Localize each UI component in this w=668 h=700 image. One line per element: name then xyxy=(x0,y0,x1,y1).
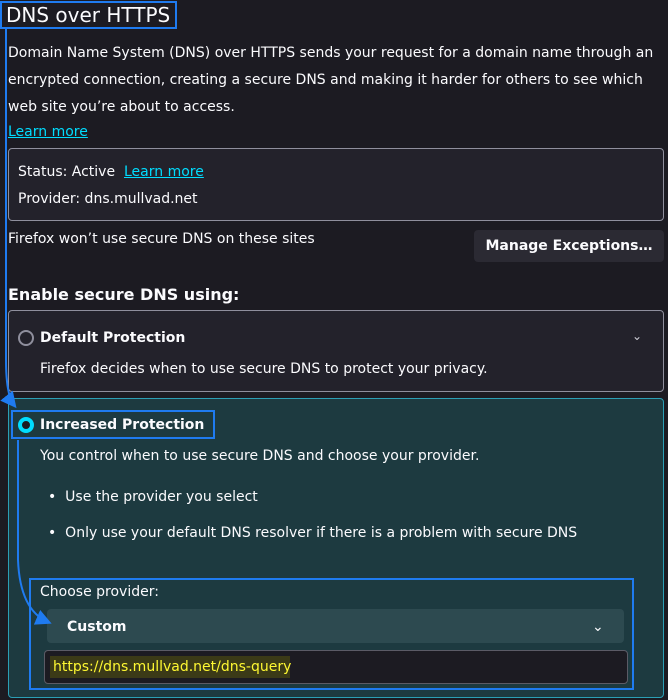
learn-more-link[interactable]: Learn more xyxy=(8,122,88,142)
status-line: Status: Active Learn more xyxy=(18,162,204,182)
increased-protection-radio[interactable] xyxy=(18,417,34,433)
status-text: Status: Active xyxy=(18,164,116,180)
bullet-text: Use the provider you select xyxy=(65,489,258,505)
status-panel xyxy=(8,148,664,221)
increased-protection-label[interactable]: Increased Protection xyxy=(40,415,204,435)
default-protection-option[interactable] xyxy=(8,310,664,392)
default-protection-label[interactable]: Default Protection xyxy=(40,328,185,348)
bullet-text: Only use your default DNS resolver if th… xyxy=(65,525,578,541)
list-item: • Use the provider you select xyxy=(48,487,258,507)
exceptions-text: Firefox won’t use secure DNS on these si… xyxy=(8,231,315,247)
provider-select-value[interactable]: Custom xyxy=(67,617,126,637)
manage-exceptions-button[interactable]: Manage Exceptions… xyxy=(474,230,664,262)
chevron-down-icon[interactable]: ⌄ xyxy=(592,617,604,637)
list-item: • Only use your default DNS resolver if … xyxy=(48,523,577,543)
custom-url-value[interactable]: https://dns.mullvad.net/dns-query xyxy=(53,657,291,677)
bullet-icon: • xyxy=(48,489,66,505)
bullet-icon: • xyxy=(48,525,66,541)
default-protection-description: Firefox decides when to use secure DNS t… xyxy=(40,361,488,377)
choose-provider-label: Choose provider: xyxy=(40,584,159,600)
provider-status-text: Provider: dns.mullvad.net xyxy=(18,191,198,207)
enable-secure-dns-heading: Enable secure DNS using: xyxy=(8,285,240,304)
status-learn-more-link[interactable]: Learn more xyxy=(124,164,204,180)
page-title: DNS over HTTPS xyxy=(6,3,171,27)
doh-description: Domain Name System (DNS) over HTTPS send… xyxy=(8,45,654,115)
increased-protection-description: You control when to use secure DNS and c… xyxy=(40,448,480,464)
default-protection-radio[interactable] xyxy=(18,330,34,346)
provider-select[interactable] xyxy=(47,609,624,643)
chevron-down-icon[interactable]: ⌄ xyxy=(632,326,642,346)
